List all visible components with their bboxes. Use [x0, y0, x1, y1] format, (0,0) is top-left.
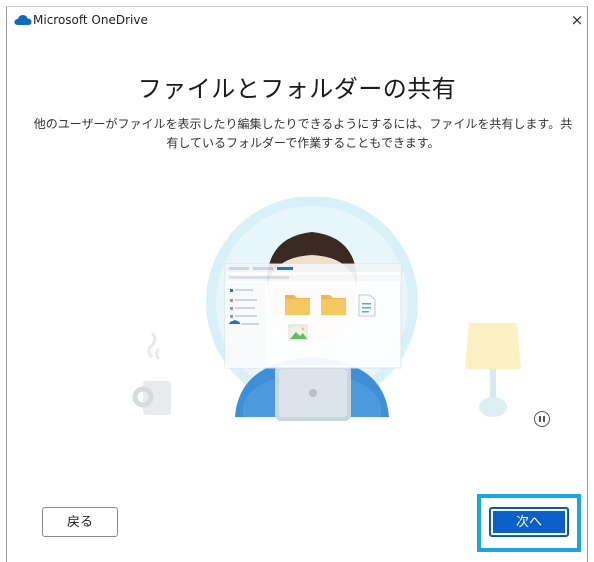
pause-icon[interactable] — [534, 411, 550, 427]
onedrive-window: Microsoft OneDrive × ファイルとフォルダーの共有 他のユーザ… — [6, 6, 588, 562]
image-file-icon — [288, 324, 308, 341]
laptop-illustration — [275, 365, 351, 421]
back-button[interactable]: 戻る — [42, 507, 118, 537]
close-button[interactable]: × — [567, 7, 587, 33]
lamp-illustration — [465, 323, 521, 417]
folder-icon — [321, 295, 346, 315]
document-icon — [358, 294, 376, 317]
onedrive-app-window — [224, 263, 402, 369]
onedrive-cloud-icon — [14, 15, 32, 25]
page-description: 他のユーザーがファイルを表示したり編集したりできるようにするには、ファイルを共有… — [33, 117, 573, 150]
next-button[interactable]: 次へ — [489, 507, 569, 537]
title-bar: Microsoft OneDrive × — [7, 7, 587, 35]
mug-illustration — [132, 331, 171, 415]
folder-icon — [285, 295, 310, 315]
sharing-illustration — [132, 197, 521, 421]
close-icon: × — [570, 11, 584, 29]
window-title: Microsoft OneDrive — [33, 13, 148, 27]
page-title: ファイルとフォルダーの共有 — [137, 75, 457, 103]
